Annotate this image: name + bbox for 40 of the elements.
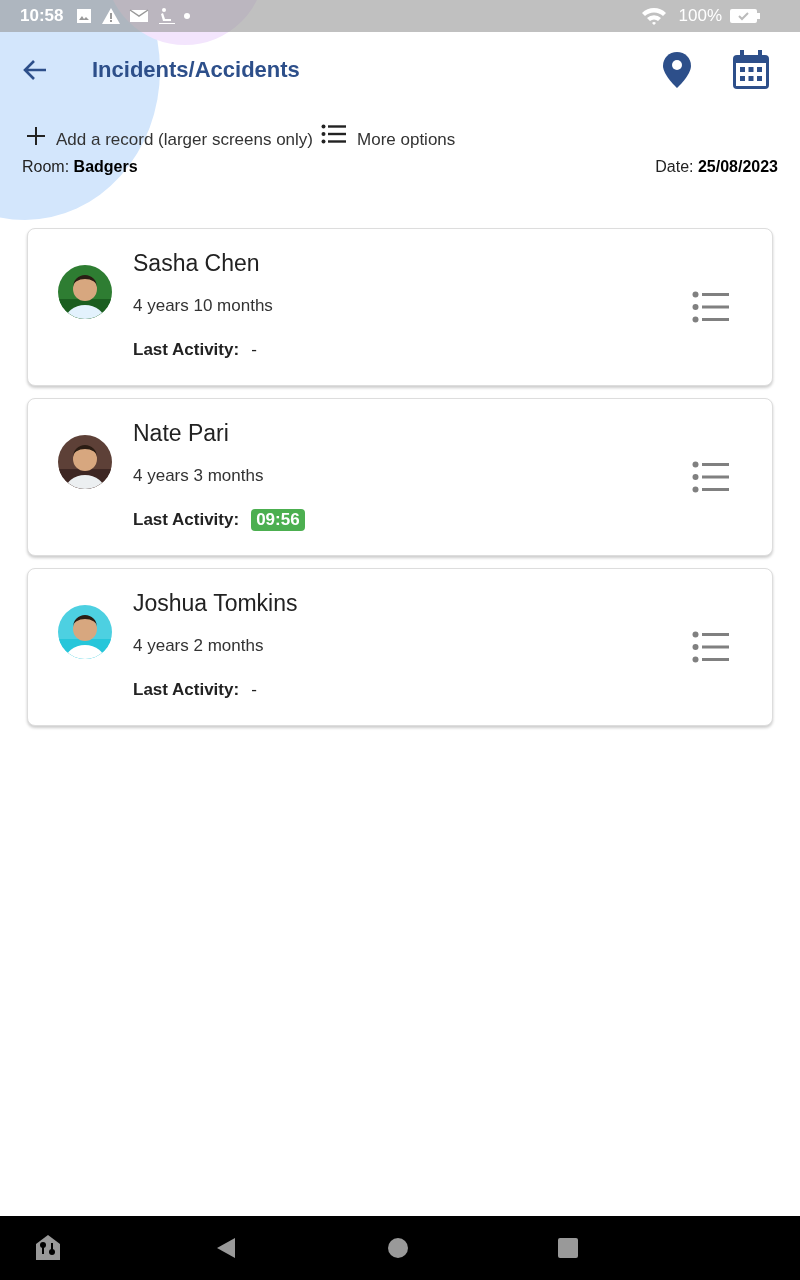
plus-icon [26, 126, 46, 146]
list-icon [321, 124, 347, 144]
dot-icon [183, 12, 192, 20]
location-pin-button[interactable] [662, 51, 692, 89]
page-title: Incidents/Accidents [92, 57, 300, 83]
mail-icon [129, 8, 150, 24]
room-label: Room: Badgers [22, 158, 138, 176]
child-age: 4 years 3 months [133, 466, 265, 486]
activity-time-badge: 09:56 [251, 509, 305, 531]
child-card[interactable]: Sasha Chen 4 years 10 months Last Activity: - [27, 228, 773, 386]
last-activity-label: Last Activity: [133, 340, 240, 360]
home-icon[interactable] [388, 1238, 408, 1258]
activity-value: - [251, 680, 257, 700]
battery-icon [730, 8, 760, 24]
child-name: Joshua Tomkins [133, 590, 298, 617]
calendar-button[interactable] [732, 50, 770, 90]
last-activity-label: Last Activity: [133, 510, 240, 530]
child-card[interactable]: Nate Pari 4 years 3 months Last Activity: 09:56 [27, 398, 773, 556]
child-name: Nate Pari [133, 420, 230, 447]
more-options-button[interactable]: More options [321, 124, 456, 150]
list-menu-button[interactable] [692, 631, 730, 663]
add-record-button[interactable]: Add a record (larger screens only) [26, 126, 313, 150]
figure-icon [157, 7, 176, 25]
list-menu-button[interactable] [692, 291, 730, 323]
last-activity-label: Last Activity: [133, 680, 240, 700]
child-age: 4 years 10 months [133, 296, 273, 316]
activity-value: - [251, 340, 257, 360]
wifi-icon [640, 6, 667, 26]
back-button[interactable] [22, 58, 48, 82]
date-label: Date: 25/08/2023 [655, 158, 778, 176]
back-icon[interactable] [216, 1237, 236, 1259]
status-time: 10:58 [20, 6, 64, 26]
battery-level: 100% [678, 6, 722, 26]
warning-icon [101, 7, 122, 25]
child-card[interactable]: Joshua Tomkins 4 years 2 months Last Activity: - [27, 568, 773, 726]
image-icon [75, 7, 94, 25]
child-name: Sasha Chen [133, 250, 261, 277]
list-menu-button[interactable] [692, 461, 730, 493]
child-age: 4 years 2 months [133, 636, 265, 656]
home-app-icon[interactable] [34, 1234, 62, 1262]
